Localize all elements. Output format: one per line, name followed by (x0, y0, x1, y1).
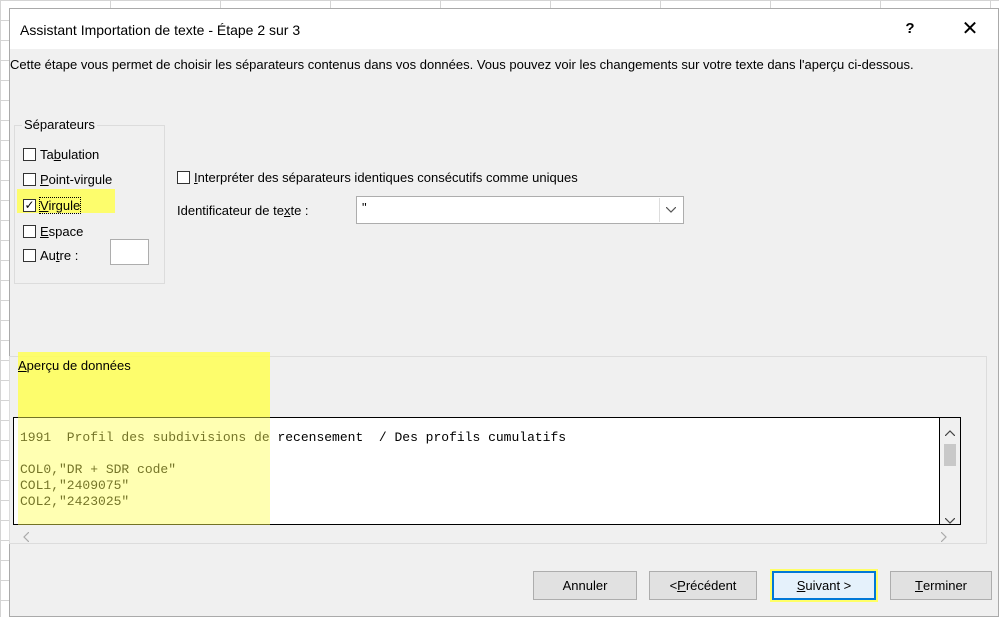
comma-checkbox[interactable]: ✓ (23, 198, 36, 212)
space-option[interactable]: Espace (23, 222, 83, 240)
semicolon-option[interactable]: Point-virgule (23, 170, 112, 188)
tab-checkbox[interactable] (23, 147, 36, 161)
comma-option[interactable]: ✓ Virgule (23, 196, 82, 214)
space-label: Espace (40, 223, 84, 239)
consecutive-option[interactable]: Interpréter des séparateurs identiques c… (177, 168, 578, 186)
consecutive-label: Interpréter des séparateurs identiques c… (194, 169, 578, 185)
comma-label: Virgule (38, 196, 82, 214)
dialog-title: Assistant Importation de texte - Étape 2… (20, 22, 301, 38)
separators-group-label: Séparateurs (22, 117, 97, 132)
text-qualifier-label: Identificateur de texte : (177, 203, 309, 218)
previous-button[interactable]: < Précédent (649, 571, 757, 600)
other-label: Autre : (40, 247, 79, 263)
preview-vertical-scrollbar[interactable] (940, 417, 961, 525)
scroll-thumb[interactable] (944, 444, 956, 466)
text-qualifier-value: " (362, 200, 367, 215)
preview-horizontal-scrollbar[interactable] (13, 525, 961, 545)
preview-highlight-overlay (18, 417, 270, 525)
other-option[interactable]: Autre : (23, 246, 78, 264)
title-bar: Assistant Importation de texte - Étape 2… (10, 9, 998, 49)
tab-label: Tabulation (40, 146, 100, 162)
scroll-up-icon[interactable] (944, 424, 956, 439)
help-button[interactable]: ? (890, 15, 930, 43)
cancel-button[interactable]: Annuler (533, 571, 637, 600)
data-preview-label: Aperçu de données (18, 358, 131, 373)
other-checkbox[interactable] (23, 248, 36, 262)
next-button[interactable]: Suivant > (770, 569, 878, 602)
finish-button[interactable]: Terminer (890, 571, 992, 600)
scroll-right-icon[interactable] (940, 530, 947, 545)
step-description: Cette étape vous permet de choisir les s… (10, 57, 914, 72)
scroll-left-icon[interactable] (23, 530, 30, 545)
text-qualifier-select[interactable]: " (356, 196, 684, 224)
chevron-down-icon[interactable] (659, 198, 682, 222)
close-button[interactable]: ✕ (950, 15, 990, 43)
tab-option[interactable]: Tabulation (23, 145, 99, 163)
other-separator-input[interactable] (110, 239, 149, 265)
space-checkbox[interactable] (23, 224, 36, 238)
semicolon-checkbox[interactable] (23, 172, 36, 186)
consecutive-checkbox[interactable] (177, 170, 190, 184)
semicolon-label: Point-virgule (40, 171, 113, 187)
